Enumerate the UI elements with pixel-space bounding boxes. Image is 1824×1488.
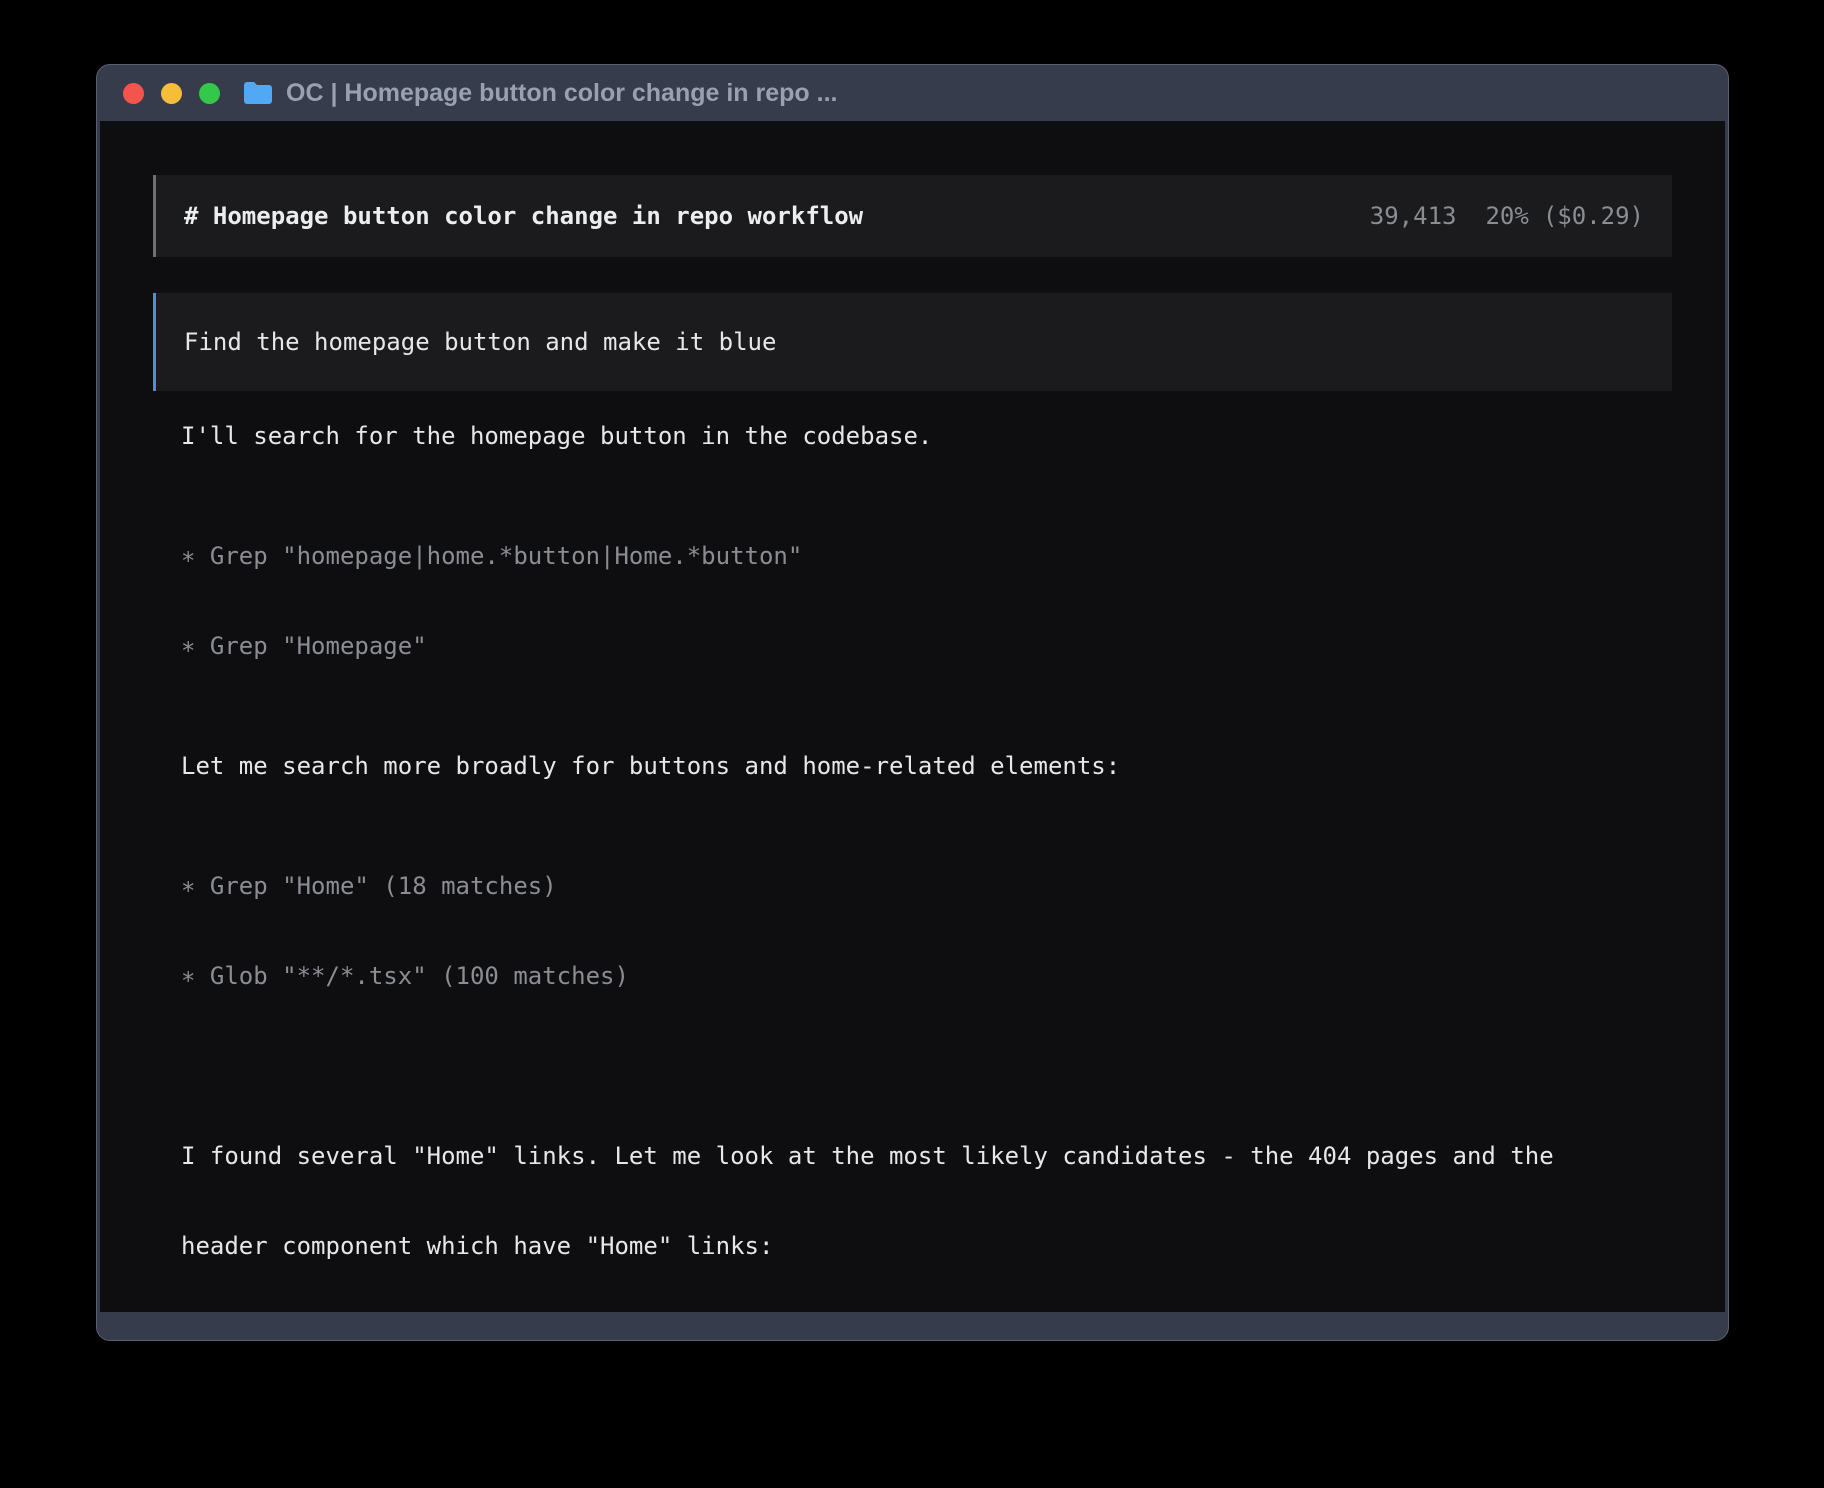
context-percent: 20% [1485,202,1528,230]
assistant-message: I found several "Home" links. Let me loo… [181,1081,1672,1312]
terminal-window: OC | Homepage button color change in rep… [96,64,1729,1341]
assistant-message: Let me search more broadly for buttons a… [181,751,1672,781]
assistant-message-line: header component which have "Home" links… [181,1231,1672,1261]
assistant-message-line: I found several "Home" links. Let me loo… [181,1141,1672,1171]
tool-call-group: ∗ Grep "Home" (18 matches) ∗ Glob "**/*.… [181,811,1672,1051]
window-title: OC | Homepage button color change in rep… [286,79,837,108]
session-cost: ($0.29) [1543,202,1644,230]
tool-call-line: ∗ Grep "Home" (18 matches) [181,871,1672,901]
titlebar[interactable]: OC | Homepage button color change in rep… [97,65,1728,121]
zoom-button[interactable] [199,83,220,104]
close-button[interactable] [123,83,144,104]
tool-call-line: ∗ Grep "homepage|home.*button|Home.*butt… [181,541,1672,571]
folder-icon [243,81,273,105]
tool-call-line: ∗ Grep "Homepage" [181,631,1672,661]
token-count: 39,413 [1370,202,1457,230]
minimize-button[interactable] [161,83,182,104]
traffic-lights [123,83,220,104]
session-stats: 39,413 20% ($0.29) [1370,201,1644,231]
tool-call-line: ∗ Glob "**/*.tsx" (100 matches) [181,961,1672,991]
assistant-message: I'll search for the homepage button in t… [181,421,1672,451]
session-title: # Homepage button color change in repo w… [184,201,863,231]
user-message: Find the homepage button and make it blu… [153,293,1672,391]
user-message-text: Find the homepage button and make it blu… [184,327,1644,357]
terminal-content[interactable]: # Homepage button color change in repo w… [100,121,1725,1312]
tool-call-group: ∗ Grep "homepage|home.*button|Home.*butt… [181,481,1672,721]
session-header: # Homepage button color change in repo w… [153,175,1672,257]
